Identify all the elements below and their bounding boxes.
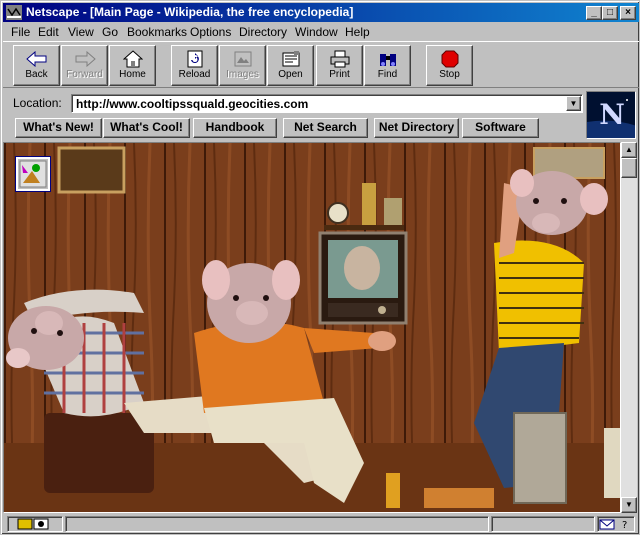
arrow-left-icon (14, 50, 59, 68)
forward-label: Forward (66, 69, 103, 80)
open-button[interactable]: Open (267, 45, 314, 86)
netscape-throbber[interactable]: N (586, 91, 636, 139)
location-dropdown-button[interactable]: ▼ (566, 96, 581, 111)
menu-file[interactable]: File (11, 25, 30, 39)
maximize-button[interactable]: □ (602, 6, 618, 20)
chevron-up-icon: ▲ (625, 145, 633, 154)
home-button[interactable]: Home (109, 45, 156, 86)
chevron-down-icon: ▼ (625, 500, 633, 509)
net-search-button[interactable]: Net Search (283, 118, 368, 138)
print-label: Print (329, 69, 350, 80)
back-button[interactable]: Back (13, 45, 60, 86)
chevron-down-icon: ▼ (569, 99, 578, 108)
home-label: Home (119, 69, 146, 80)
broken-image-icon[interactable] (15, 156, 51, 192)
find-button[interactable]: Find (364, 45, 411, 86)
handbook-button[interactable]: Handbook (193, 118, 277, 138)
menu-options[interactable]: Options (190, 25, 231, 39)
location-url: http://www.cooltipssquald.geocities.com (76, 97, 309, 111)
page-image (4, 143, 620, 512)
house-icon (110, 50, 155, 68)
minimize-button[interactable]: _ (586, 6, 602, 20)
open-label: Open (278, 69, 303, 80)
scroll-thumb[interactable] (621, 158, 637, 178)
menu-directory[interactable]: Directory (239, 25, 287, 39)
stop-sign-icon (427, 50, 472, 68)
print-button[interactable]: Print (316, 45, 363, 86)
reload-button[interactable]: Reload (171, 45, 218, 86)
net-directory-button[interactable]: Net Directory (374, 118, 459, 138)
back-label: Back (25, 69, 48, 80)
page-content[interactable] (3, 142, 621, 513)
images-button[interactable]: Images (219, 45, 266, 86)
images-icon (220, 50, 265, 68)
stop-label: Stop (439, 69, 460, 80)
mail-indicator[interactable]: ? (597, 516, 635, 532)
throbber-letter: N (599, 98, 625, 131)
menu-bar: File Edit View Go Bookmarks Options Dire… (3, 23, 639, 41)
find-label: Find (377, 69, 398, 80)
location-input[interactable]: http://www.cooltipssquald.geocities.com … (71, 94, 583, 113)
title-bar: Netscape - [Main Page - Wikipedia, the f… (3, 3, 639, 22)
window-title: Netscape - [Main Page - Wikipedia, the f… (26, 5, 354, 19)
mail-icon: ? (599, 519, 627, 531)
binoculars-icon (365, 50, 410, 68)
reload-label: Reload (178, 69, 211, 80)
whats-new-button[interactable]: What's New! (15, 118, 102, 138)
menu-window[interactable]: Window (295, 25, 338, 39)
close-icon: × (625, 7, 631, 18)
minimize-icon: _ (591, 7, 597, 18)
open-icon (268, 50, 313, 68)
location-label: Location: (13, 96, 62, 110)
security-indicator[interactable] (7, 516, 63, 532)
toolbar: Back Forward Home Reload Images Open Pri… (3, 41, 639, 88)
throbber-logo: N (587, 92, 635, 138)
status-message (65, 516, 489, 532)
whats-cool-button[interactable]: What's Cool! (103, 118, 190, 138)
vertical-scrollbar[interactable]: ▲ ▼ (621, 142, 637, 513)
arrow-right-icon (62, 50, 107, 68)
scroll-up-button[interactable]: ▲ (621, 142, 637, 158)
progress-bar (491, 516, 595, 532)
close-button[interactable]: × (620, 6, 636, 20)
svg-text:?: ? (622, 520, 627, 531)
netscape-app-icon[interactable] (6, 5, 22, 20)
menu-view[interactable]: View (68, 25, 94, 39)
stop-button[interactable]: Stop (426, 45, 473, 86)
location-bar: Location: http://www.cooltipssquald.geoc… (3, 89, 583, 117)
menu-bookmarks[interactable]: Bookmarks (127, 25, 187, 39)
software-button[interactable]: Software (462, 118, 539, 138)
menu-go[interactable]: Go (102, 25, 118, 39)
status-bar: ? (3, 514, 639, 534)
scroll-down-button[interactable]: ▼ (621, 497, 637, 513)
key-icon (17, 518, 49, 530)
menu-edit[interactable]: Edit (38, 25, 59, 39)
browser-window: Netscape - [Main Page - Wikipedia, the f… (0, 0, 640, 535)
images-label: Images (226, 69, 259, 80)
printer-icon (317, 50, 362, 68)
forward-button[interactable]: Forward (61, 45, 108, 86)
menu-help[interactable]: Help (345, 25, 370, 39)
reload-icon (172, 50, 217, 68)
maximize-icon: □ (606, 7, 614, 18)
directory-buttons-bar: What's New! What's Cool! Handbook Net Se… (3, 117, 583, 140)
